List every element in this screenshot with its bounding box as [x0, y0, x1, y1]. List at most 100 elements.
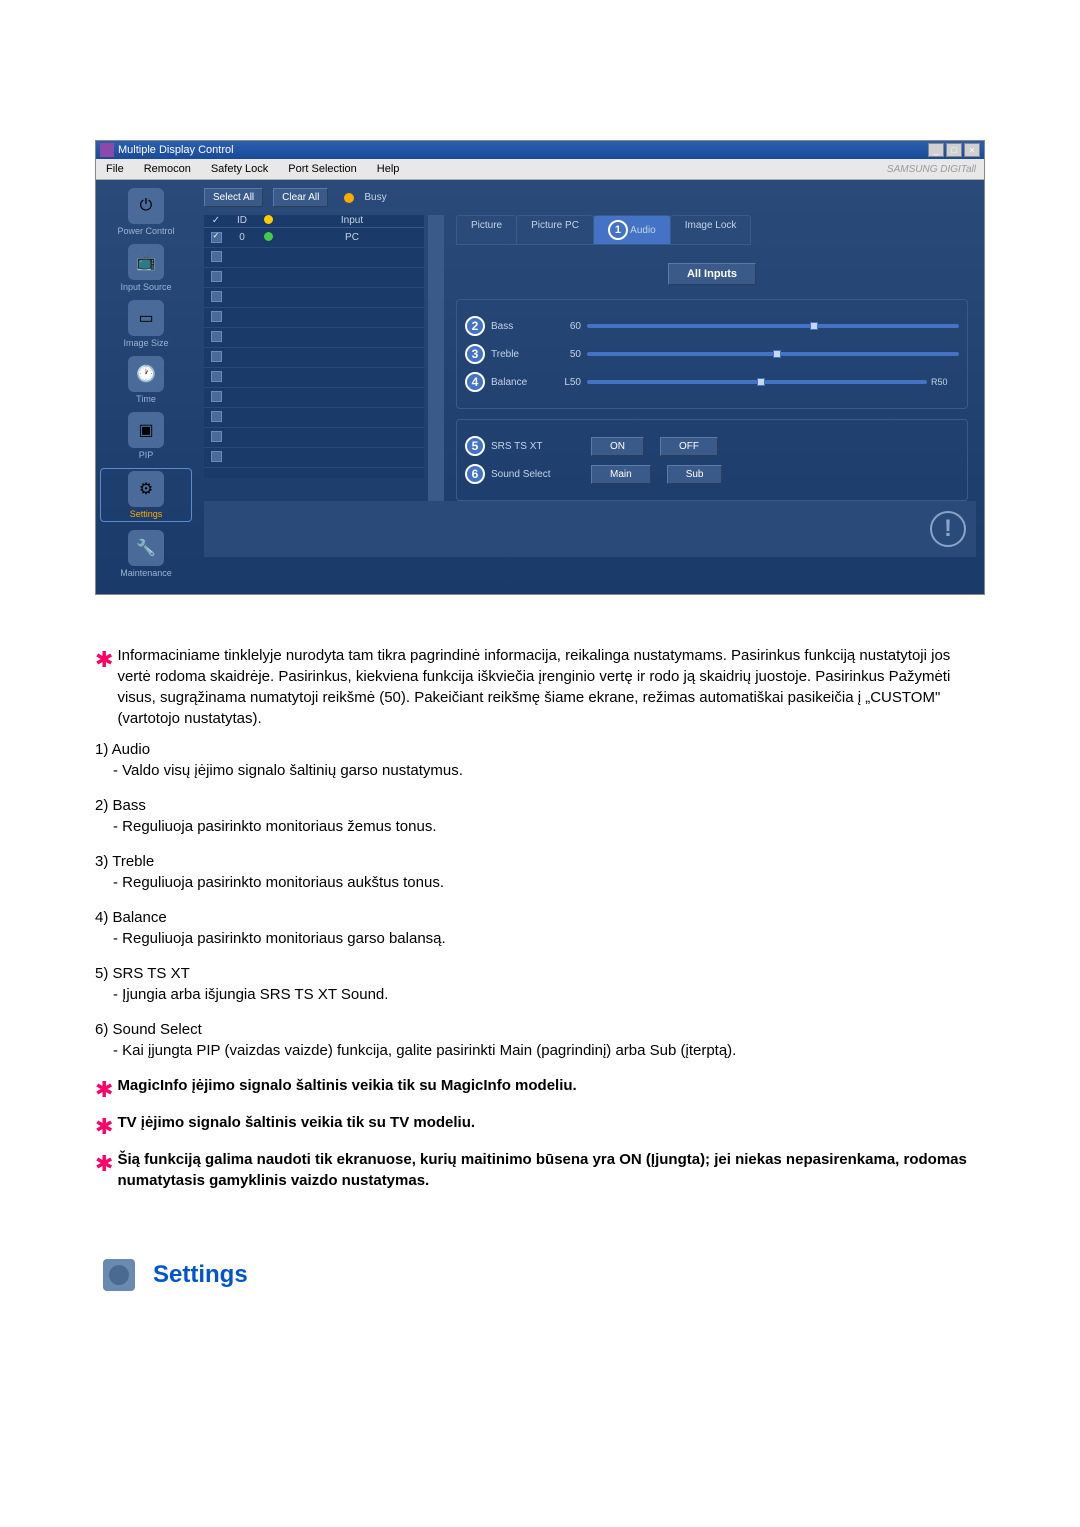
doc-note1: MagicInfo įėjimo signalo šaltinis veikia… [117, 1075, 576, 1096]
row-checkbox[interactable] [211, 391, 222, 402]
row-checkbox[interactable] [211, 251, 222, 262]
balance-left: L50 [551, 377, 581, 388]
balance-badge: 4 [465, 372, 485, 392]
balance-label: Balance [491, 377, 551, 388]
doc-item-desc: - Reguliuoja pasirinkto monitoriaus žemu… [95, 816, 985, 837]
maintenance-icon: 🔧 [128, 530, 164, 566]
minimize-button[interactable]: _ [928, 143, 944, 157]
table-row[interactable] [204, 328, 424, 348]
menu-port-selection[interactable]: Port Selection [278, 159, 366, 179]
table-row[interactable] [204, 388, 424, 408]
settings-heading: Settings [95, 1251, 985, 1299]
table-row[interactable] [204, 428, 424, 448]
table-row[interactable]: 0 PC [204, 228, 424, 248]
table-row[interactable] [204, 268, 424, 288]
table-row[interactable] [204, 248, 424, 268]
time-icon: 🕐 [128, 356, 164, 392]
col-header-check: ✓ [204, 215, 228, 227]
menubar: File Remocon Safety Lock Port Selection … [96, 159, 984, 180]
doc-item: 6) Sound Select - Kai įjungta PIP (vaizd… [95, 1019, 985, 1061]
image-size-icon: ▭ [128, 300, 164, 336]
star-icon: ✱ [95, 1075, 113, 1106]
row-checkbox[interactable] [211, 291, 222, 302]
doc-item: 1) Audio - Valdo visų įėjimo signalo šal… [95, 739, 985, 781]
menu-file[interactable]: File [96, 159, 134, 179]
doc-intro: Informaciniame tinklelyje nurodyta tam t… [117, 645, 985, 729]
all-inputs-button[interactable]: All Inputs [668, 263, 756, 285]
treble-slider[interactable] [587, 352, 959, 356]
sidebar-item-settings[interactable]: ⚙ Settings [100, 468, 192, 522]
row-checkbox[interactable] [211, 311, 222, 322]
sound-select-label: Sound Select [491, 469, 583, 480]
col-header-input: Input [280, 215, 424, 227]
row-checkbox[interactable] [211, 371, 222, 382]
row-checkbox[interactable] [211, 431, 222, 442]
star-icon: ✱ [95, 645, 113, 676]
srs-on-button[interactable]: ON [591, 437, 644, 456]
srs-badge: 5 [465, 436, 485, 456]
row-checkbox[interactable] [211, 331, 222, 342]
tab-picture-pc[interactable]: Picture PC [516, 215, 594, 245]
brand-label: SAMSUNG DIGITall [887, 164, 984, 175]
busy-label: Busy [364, 192, 386, 203]
srs-off-button[interactable]: OFF [660, 437, 718, 456]
info-icon[interactable]: ! [930, 511, 966, 547]
doc-item-desc: - Reguliuoja pasirinkto monitoriaus gars… [95, 928, 985, 949]
display-list-body[interactable]: 0 PC [204, 228, 424, 478]
col-header-id: ID [228, 215, 256, 227]
pip-icon: ▣ [128, 412, 164, 448]
toggle-group: 5 SRS TS XT ON OFF 6 Sound Select Main S… [456, 419, 968, 501]
sound-main-button[interactable]: Main [591, 465, 651, 484]
balance-slider[interactable] [587, 380, 927, 384]
row-checkbox[interactable] [211, 271, 222, 282]
doc-item-desc: - Kai įjungta PIP (vaizdas vaizde) funkc… [95, 1040, 985, 1061]
bass-slider[interactable] [587, 324, 959, 328]
row-checkbox[interactable] [211, 351, 222, 362]
menu-help[interactable]: Help [367, 159, 410, 179]
bass-label: Bass [491, 321, 551, 332]
doc-item-title: 5) SRS TS XT [95, 963, 985, 984]
doc-item-desc: - Įjungia arba išjungia SRS TS XT Sound. [95, 984, 985, 1005]
col-header-status-icon [264, 215, 273, 224]
app-window: Multiple Display Control _ □ × File Remo… [95, 140, 985, 595]
table-row[interactable] [204, 308, 424, 328]
row-checkbox[interactable] [211, 411, 222, 422]
table-row[interactable] [204, 368, 424, 388]
sidebar-item-power-control[interactable]: ⏻ Power Control [100, 188, 192, 236]
doc-item: 5) SRS TS XT - Įjungia arba išjungia SRS… [95, 963, 985, 1005]
doc-item-title: 4) Balance [95, 907, 985, 928]
table-row[interactable] [204, 288, 424, 308]
settings-heading-title: Settings [153, 1261, 248, 1289]
list-scrollbar[interactable] [428, 215, 444, 501]
bass-value: 60 [551, 321, 581, 332]
row-checkbox[interactable] [211, 451, 222, 462]
table-row[interactable] [204, 408, 424, 428]
sidebar-item-input-source[interactable]: 📺 Input Source [100, 244, 192, 292]
doc-item: 3) Treble - Reguliuoja pasirinkto monito… [95, 851, 985, 893]
sidebar-item-time[interactable]: 🕐 Time [100, 356, 192, 404]
table-row[interactable] [204, 348, 424, 368]
doc-item-title: 2) Bass [95, 795, 985, 816]
tab-image-lock[interactable]: Image Lock [670, 215, 752, 245]
tab-picture[interactable]: Picture [456, 215, 517, 245]
titlebar: Multiple Display Control _ □ × [96, 141, 984, 159]
bass-badge: 2 [465, 316, 485, 336]
clear-all-button[interactable]: Clear All [273, 188, 328, 207]
tab-audio-label: Audio [630, 225, 656, 236]
sidebar-item-pip[interactable]: ▣ PIP [100, 412, 192, 460]
row-status-icon [264, 232, 273, 241]
table-row[interactable] [204, 448, 424, 468]
tab-audio[interactable]: 1 Audio [593, 215, 671, 245]
close-button[interactable]: × [964, 143, 980, 157]
doc-item-desc: - Reguliuoja pasirinkto monitoriaus aukš… [95, 872, 985, 893]
menu-remocon[interactable]: Remocon [134, 159, 201, 179]
menu-safety-lock[interactable]: Safety Lock [201, 159, 278, 179]
sidebar-item-maintenance[interactable]: 🔧 Maintenance [100, 530, 192, 578]
sound-sub-button[interactable]: Sub [667, 465, 723, 484]
row-checkbox[interactable] [211, 232, 222, 243]
maximize-button[interactable]: □ [946, 143, 962, 157]
audio-badge: 1 [608, 220, 628, 240]
sidebar-item-image-size[interactable]: ▭ Image Size [100, 300, 192, 348]
select-all-button[interactable]: Select All [204, 188, 263, 207]
settings-icon: ⚙ [128, 471, 164, 507]
